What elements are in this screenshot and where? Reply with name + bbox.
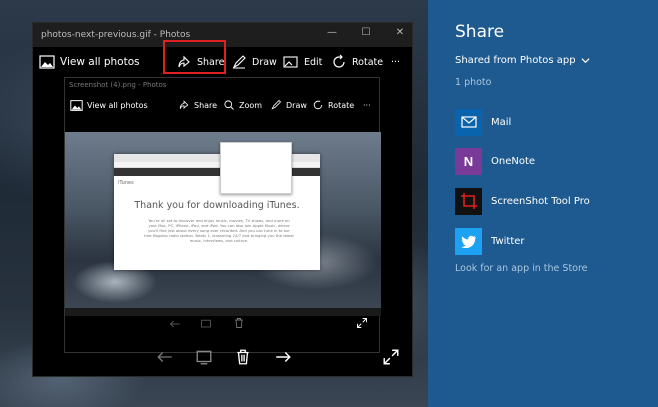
photo-count: 1 photo	[455, 77, 492, 88]
inner-zoom-icon	[224, 100, 234, 110]
share-app-screenshot-tool-pro[interactable]: ScreenShot Tool Pro	[455, 186, 590, 216]
twitter-bird-icon	[455, 227, 482, 255]
inner-share-button: Share	[178, 92, 217, 118]
inner-share-label: Share	[194, 100, 218, 110]
draw-button[interactable]: Draw	[231, 47, 277, 77]
more-button[interactable]: ···	[391, 47, 400, 77]
itunes-body-text: You're all set to discover and enjoy mus…	[144, 218, 294, 243]
edit-label: Edit	[304, 56, 323, 68]
inner-zoom-label: Zoom	[239, 100, 263, 110]
onenote-icon: N	[455, 147, 482, 175]
inner-view-all-button: View all photos	[70, 92, 148, 118]
twitter-label: Twitter	[491, 235, 525, 247]
rotate-button[interactable]: Rotate	[331, 47, 383, 77]
rotate-icon	[333, 54, 345, 68]
view-all-label: View all photos	[60, 56, 140, 68]
rotate-label: Rotate	[352, 56, 384, 68]
displayed-photo: iTunes Thank you for downloading iTunes.…	[65, 132, 381, 316]
inner-toolbar: View all photos Share Zoom Draw Rotate ·…	[65, 92, 379, 118]
inner-rotate-icon	[313, 100, 323, 110]
close-button[interactable]: ✕	[394, 27, 406, 38]
pen-icon	[232, 55, 246, 69]
edit-photo-icon	[283, 56, 298, 68]
inner-taskbar	[65, 308, 381, 316]
inner-fullscreen-icon	[357, 318, 367, 328]
thank-you-heading: Thank you for downloading iTunes.	[134, 200, 300, 211]
share-highlight-box	[163, 40, 226, 74]
inner-draw-label: Draw	[286, 100, 307, 110]
inner-trash-icon	[235, 318, 243, 328]
inner-prev-arrow-icon	[169, 320, 180, 328]
inner-rotate-label: Rotate	[328, 100, 355, 110]
nested-photos-screenshot: Screenshot (4).png - Photos View all pho…	[64, 77, 381, 353]
download-popup	[220, 142, 292, 194]
inner-window-title: Screenshot (4).png - Photos	[69, 81, 167, 89]
slideshow-icon[interactable]	[195, 348, 213, 366]
photos-window: photos-next-previous.gif - Photos — ☐ ✕ …	[32, 22, 413, 377]
itunes-heading: iTunes	[118, 180, 134, 186]
screenshot-tool-icon	[455, 187, 482, 215]
share-source-dropdown[interactable]: Shared from Photos app	[455, 55, 590, 66]
more-label: ···	[391, 56, 401, 68]
inner-pen-icon	[271, 99, 282, 110]
photos-icon	[39, 55, 55, 69]
view-all-photos-button[interactable]: View all photos	[39, 47, 140, 77]
minimize-button[interactable]: —	[326, 27, 338, 38]
share-source-label: Shared from Photos app	[455, 55, 576, 66]
share-panel: Share Shared from Photos app 1 photo Mai…	[428, 0, 658, 407]
delete-trash-icon[interactable]	[234, 348, 252, 366]
inner-photos-icon	[70, 99, 83, 111]
maximize-button[interactable]: ☐	[360, 27, 372, 38]
share-app-mail[interactable]: Mail	[455, 107, 511, 137]
share-app-onenote[interactable]: N OneNote	[455, 146, 535, 176]
previous-arrow-icon[interactable]	[156, 348, 174, 366]
mail-icon	[455, 108, 482, 136]
draw-label: Draw	[252, 56, 277, 68]
inner-zoom-button: Zoom	[223, 92, 262, 118]
screenshot-tool-label: ScreenShot Tool Pro	[491, 195, 590, 207]
store-link[interactable]: Look for an app in the Store	[455, 263, 588, 274]
fullscreen-icon[interactable]	[382, 348, 400, 366]
inner-share-icon	[179, 100, 189, 109]
inner-slideshow-icon	[201, 319, 211, 328]
chevron-down-icon	[581, 58, 590, 64]
inner-rotate-button: Rotate	[312, 92, 354, 118]
share-app-twitter[interactable]: Twitter	[455, 226, 525, 256]
inner-draw-button: Draw	[270, 92, 307, 118]
share-panel-title: Share	[455, 22, 505, 42]
mail-label: Mail	[491, 116, 512, 128]
next-arrow-icon[interactable]	[274, 348, 292, 366]
inner-more-button: ···	[363, 92, 371, 118]
bottom-controls	[33, 338, 414, 378]
window-title: photos-next-previous.gif - Photos	[41, 30, 191, 40]
edit-button[interactable]: Edit	[283, 47, 322, 77]
inner-more-label: ···	[363, 100, 371, 110]
onenote-label: OneNote	[491, 155, 536, 167]
inner-view-all-label: View all photos	[87, 100, 148, 110]
